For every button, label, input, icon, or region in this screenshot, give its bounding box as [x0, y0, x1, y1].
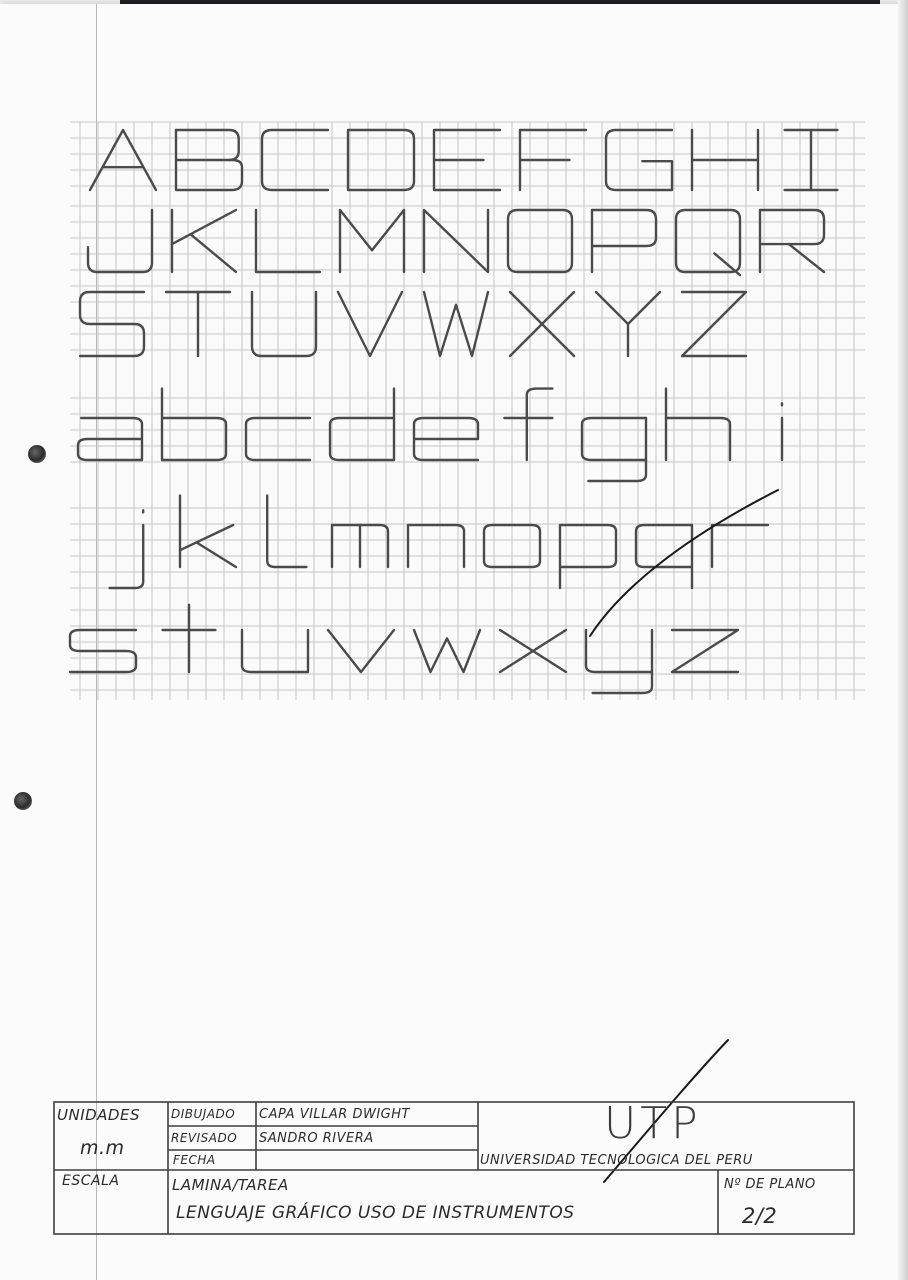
letter-stroke [328, 387, 396, 462]
letter-lower-g [580, 416, 648, 483]
letter-stroke [170, 208, 238, 246]
letter-stroke [160, 387, 228, 462]
letter-upper-l [254, 208, 322, 274]
letter-upper-c [260, 128, 330, 192]
letter-lower-h [664, 387, 732, 462]
letter-upper-a [88, 128, 158, 192]
plano-label: Nº DE PLANO [724, 1177, 816, 1192]
letter-lower-b [160, 387, 228, 462]
dibujado-label: DIBUJADO [171, 1107, 236, 1121]
letter-lower-a [76, 416, 144, 462]
fecha-label: FECHA [173, 1153, 216, 1167]
letter-lower-n [406, 523, 466, 569]
letter-stroke [190, 233, 238, 274]
letter-lower-y [584, 628, 654, 695]
letter-stroke [580, 416, 648, 462]
letter-lower-e [412, 416, 480, 462]
unidades-label: UNIDADES [57, 1106, 140, 1124]
revisado-label: REVISADO [171, 1131, 238, 1145]
escala-label: ESCALA [62, 1173, 120, 1189]
letter-stroke [260, 128, 330, 192]
letter-stroke [326, 628, 396, 674]
checkmark-icon [589, 489, 779, 637]
lamina-label: LAMINA/TAREA [172, 1176, 289, 1194]
lettering-sheet [53, 121, 865, 1235]
letter-lower-u [240, 628, 310, 674]
university-name: UNIVERSIDAD TECNOLOGICA DEL PERU [480, 1153, 753, 1168]
letter-upper-i [783, 128, 839, 192]
letter-lower-v [326, 628, 396, 674]
letter-stroke [240, 628, 310, 674]
letter-stroke [254, 208, 322, 274]
letter-stroke [758, 208, 826, 274]
letter-stroke [710, 523, 770, 569]
letter-stroke [664, 416, 732, 462]
letter-stroke [406, 523, 466, 569]
letter-upper-n [422, 208, 490, 274]
letter-upper-e [432, 128, 502, 192]
letter-stroke [195, 541, 238, 569]
letter-stroke [604, 128, 674, 192]
letter-upper-k [170, 208, 238, 274]
letter-stroke [787, 242, 826, 274]
letter-upper-o [506, 208, 574, 274]
letter-upper-q [674, 208, 742, 277]
letter-lower-m [330, 523, 390, 569]
letter-rows [68, 128, 839, 695]
letter-stroke [174, 128, 240, 162]
letter-lower-r [710, 523, 770, 569]
letter-stroke [88, 128, 158, 192]
letter-upper-r [758, 208, 826, 274]
letter-upper-h [690, 128, 760, 192]
letter-upper-g [604, 128, 674, 192]
letter-lower-j [108, 509, 145, 590]
lamina-value: LENGUAJE GRÁFICO USO DE INSTRUMENTOS [176, 1203, 575, 1223]
letter-stroke [422, 208, 490, 274]
letter-stroke [594, 290, 662, 326]
letter-stroke [412, 416, 480, 462]
letter-upper-b [174, 128, 244, 192]
letter-stroke [525, 387, 554, 462]
letter-stroke [76, 416, 144, 462]
letter-stroke [587, 416, 648, 483]
letter-stroke [674, 208, 742, 274]
plano-value: 2/2 [742, 1204, 778, 1228]
letter-lower-t [161, 603, 217, 674]
letter-stroke [412, 628, 482, 674]
revisado-value: SANDRO RIVERA [259, 1131, 374, 1146]
letter-lower-w [412, 628, 482, 674]
utp-logo: UTP [604, 1098, 702, 1149]
checkmarks [589, 489, 779, 1183]
letter-lower-d [328, 387, 396, 462]
unidades-value: m.m [80, 1137, 125, 1159]
dibujado-value: CAPA VILLAR DWIGHT [259, 1107, 410, 1122]
letter-stroke [506, 208, 574, 274]
letter-lower-x [498, 628, 568, 674]
letter-stroke [584, 628, 654, 674]
